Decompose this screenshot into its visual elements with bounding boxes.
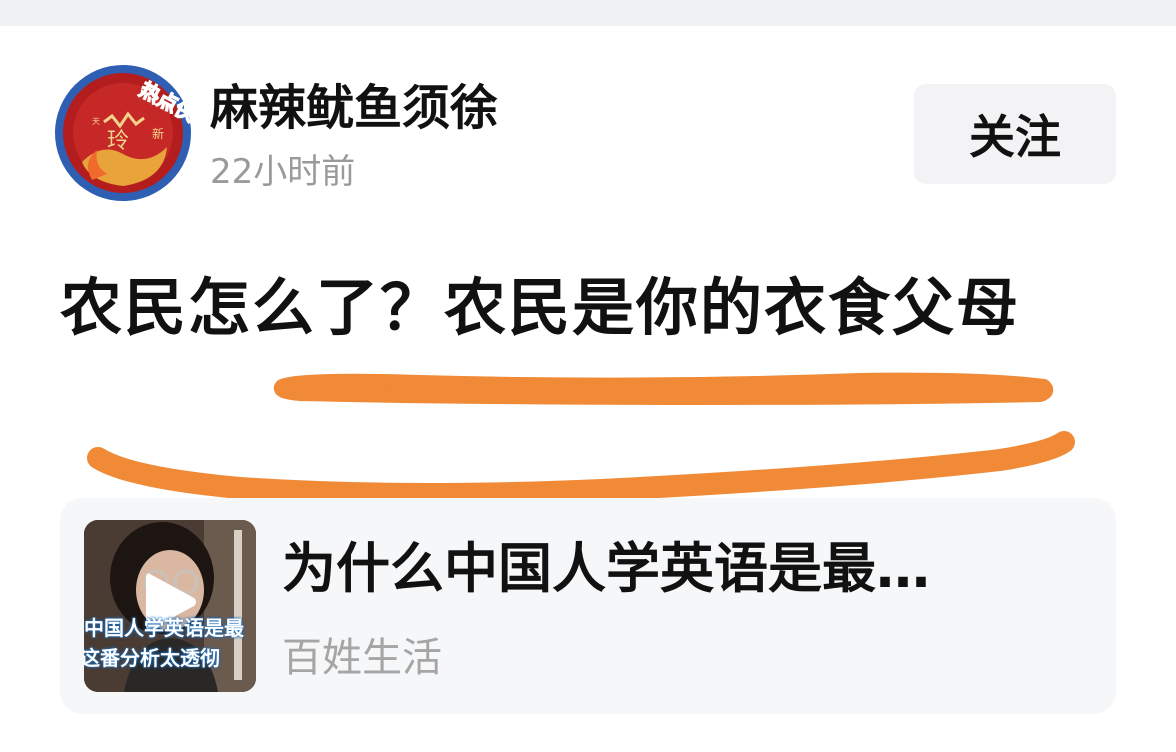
post-text: 农民怎么了？农民是你的衣食父母 (60, 271, 1021, 344)
video-thumbnail[interactable]: 中国人学英语是最 这番分析太透彻 (84, 520, 256, 692)
thumbnail-caption-line2: 这番分析太透彻 (84, 646, 220, 670)
top-divider (0, 0, 1176, 26)
svg-text:新: 新 (152, 126, 164, 141)
follow-button[interactable]: 关注 (914, 84, 1116, 184)
post-view: 玲 新 天 热点侠 麻辣鱿鱼须徐 22小时前 关注 农民怎么了？农民是你的衣食父… (0, 0, 1176, 752)
post-time: 22小时前 (210, 152, 356, 192)
svg-text:天: 天 (92, 117, 100, 126)
svg-text:玲: 玲 (107, 129, 129, 154)
card-title[interactable]: 为什么中国人学英语是最… (282, 534, 930, 604)
card-source: 百姓生活 (282, 635, 442, 681)
author-name[interactable]: 麻辣鱿鱼须徐 (210, 78, 498, 138)
avatar-icon: 玲 新 天 热点侠 (55, 65, 201, 201)
thumbnail-caption-line1: 中国人学英语是最 (84, 616, 244, 640)
author-avatar[interactable]: 玲 新 天 热点侠 (52, 62, 201, 204)
